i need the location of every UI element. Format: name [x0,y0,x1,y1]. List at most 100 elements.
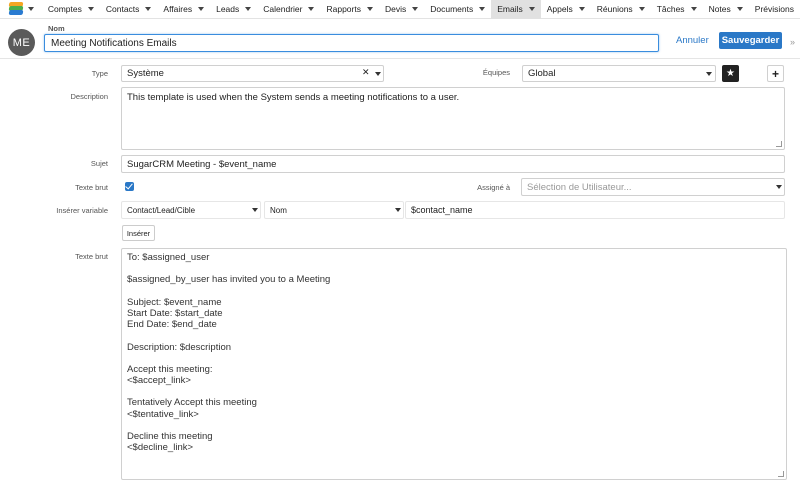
chevron-down-icon[interactable] [638,7,645,11]
body-line [127,286,781,297]
chevron-down-icon[interactable] [578,7,585,11]
body-line: <$tentative_link> [127,408,199,420]
nav-item-12[interactable]: Notes [703,0,749,19]
chevron-down-icon[interactable] [528,7,535,11]
chevron-down-icon[interactable] [375,72,381,76]
logo-menu[interactable] [0,0,42,19]
add-team-button[interactable]: + [767,65,784,82]
chevron-down-icon[interactable] [366,7,373,11]
variable-module-select[interactable]: Contact/Lead/Cible [121,201,261,219]
nav-item-label: Appels [546,4,573,14]
nav-item-label: Contacts [105,4,140,14]
nav-item-7[interactable]: Documents [424,0,491,19]
nav-item-3[interactable]: Leads [210,0,257,19]
chevron-down-icon[interactable] [776,185,782,189]
teams-select-value: Global [528,68,556,79]
plain-text-label: Texte brut [75,183,108,192]
avatar-initials: ME [12,36,31,49]
description-value: This template is used when the System se… [127,92,460,103]
description-label: Description [70,92,108,101]
nav-item-label: Leads [216,4,240,14]
nav-item-1[interactable]: Contacts [100,0,158,19]
plain-text-checkbox[interactable] [125,182,134,191]
variable-field-select[interactable]: Nom [264,201,404,219]
nav-item-label: Tâches [656,4,685,14]
nav-item-label: Réunions [596,4,633,14]
nav-item-11[interactable]: Tâches [651,0,703,19]
variable-value-input[interactable]: $contact_name [405,201,785,219]
nav-item-label: Calendrier [263,4,303,14]
body-line: <$decline_link> [127,442,194,454]
name-input-value: Meeting Notifications Emails [51,37,177,49]
close-icon[interactable]: ✕ [362,67,370,78]
body-line: <$accept_link> [127,375,191,387]
nav-item-10[interactable]: Réunions [591,0,651,19]
resize-handle-icon[interactable] [778,471,784,477]
collapse-sidebar-icon[interactable]: » [790,37,795,47]
nav-item-2[interactable]: Affaires [157,0,210,19]
body-line: Accept this meeting: [127,363,213,375]
nav-item-6[interactable]: Devis [379,0,424,19]
teams-select[interactable]: Global [522,65,716,82]
chevron-down-icon[interactable] [395,208,401,212]
nav-items: Comptes Contacts Affaires Leads Calendrier Ra… [42,0,800,19]
chevron-down-icon[interactable] [198,7,205,11]
body-line: Tentatively Accept this meeting [127,397,257,409]
cancel-button[interactable]: Annuler [676,34,709,48]
primary-team-button[interactable]: ★ [722,65,739,82]
save-button[interactable]: Sauvegarder [719,32,782,49]
assigned-label: Assigné à [477,183,510,192]
chevron-down-icon[interactable] [706,72,712,76]
chevron-down-icon[interactable] [145,7,152,11]
nav-item-5[interactable]: Rapports [320,0,379,19]
nav-item-label: Rapports [326,4,361,14]
insert-variable-label: Insérer variable [56,206,108,215]
subject-input[interactable]: SugarCRM Meeting - $event_name [121,155,785,173]
chevron-down-icon[interactable] [87,7,94,11]
chevron-down-icon[interactable] [252,208,258,212]
type-select[interactable]: Système [121,65,384,82]
body-textarea[interactable]: To: $assigned_user $assigned_by_user has … [121,248,787,480]
nav-item-9[interactable]: Appels [541,0,591,19]
name-label: Nom [48,24,65,33]
chevron-down-icon[interactable] [308,7,315,11]
assigned-placeholder: Sélection de Utilisateur... [527,181,632,193]
nav-item-0[interactable]: Comptes [42,0,100,19]
body-line: Start Date: $start_date [127,307,223,319]
body-line: Decline this meeting [127,431,213,442]
body-line: $assigned_by_user has invited you to a M… [127,274,331,286]
nav-item-4[interactable]: Calendrier [257,0,320,19]
body-line [127,263,781,274]
body-line: End Date: $end_date [127,319,217,331]
name-input[interactable]: Meeting Notifications Emails [44,34,659,52]
chevron-down-icon[interactable] [690,7,697,11]
nav-item-label: Comptes [47,4,82,14]
subject-label: Sujet [90,159,108,168]
chevron-down-icon [27,7,34,11]
body-lines: To: $assigned_user $assigned_by_user has … [127,252,781,453]
variable-value: $contact_name [411,205,473,215]
body-line: Subject: $event_name [127,296,222,308]
chevron-down-icon[interactable] [245,7,252,11]
nav-item-label: Devis [384,4,407,14]
body-line [127,353,781,364]
chevron-down-icon[interactable] [479,7,486,11]
nav-item-label: Emails [497,4,523,14]
assigned-select[interactable]: Sélection de Utilisateur... [521,178,785,196]
body-line [127,386,781,397]
insert-button[interactable]: Insérer [122,225,155,241]
resize-handle-icon[interactable] [776,141,782,147]
nav-item-label: Prévisions [754,4,794,14]
nav-item-label: Affaires [163,4,193,14]
body-line [127,330,781,341]
type-label: Type [91,69,108,78]
nav-item-label: Documents [430,4,474,14]
nav-item-13[interactable]: Prévisions [749,0,800,19]
nav-item-8[interactable]: Emails [491,0,541,19]
description-textarea[interactable]: This template is used when the System se… [121,87,785,150]
type-select-value: Système [127,68,164,79]
chevron-down-icon[interactable] [736,7,743,11]
body-line: Description: $description [127,341,232,353]
chevron-down-icon[interactable] [412,7,419,11]
sugarcrm-logo-icon [8,2,24,16]
